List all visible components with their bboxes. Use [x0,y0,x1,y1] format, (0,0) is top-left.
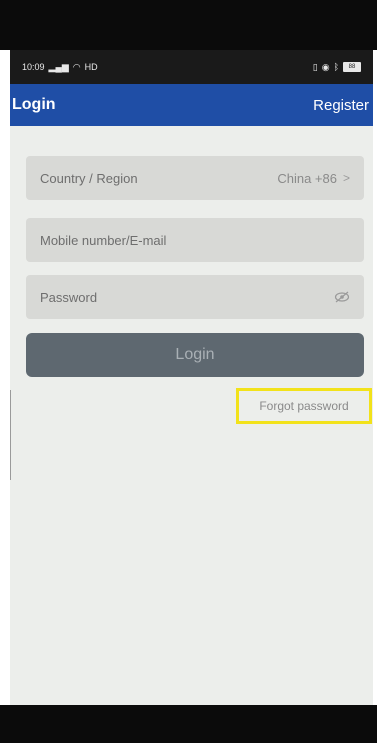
signal-icon: ▂▄▆ [48,61,69,72]
status-time: 10:09 [22,62,45,72]
bottom-letterbox [0,705,377,743]
country-region-selector[interactable]: Country / Region China +86 > [26,156,364,200]
top-letterbox [0,0,377,50]
status-left: 10:09 ▂▄▆ ◠ HD [22,62,98,72]
phone-screen: 10:09 ▂▄▆ ◠ HD ▯ ◉ ᛒ 88 Login Register C… [10,50,373,705]
vibrate-icon: ▯ [312,61,318,72]
side-divider [10,390,11,480]
forgot-password-link[interactable]: Forgot password [259,399,348,413]
eye-off-icon[interactable] [334,291,350,303]
mobile-email-input[interactable] [40,232,350,248]
forgot-password-highlight: Forgot password [236,388,372,424]
status-bar: 10:09 ▂▄▆ ◠ HD ▯ ◉ ᛒ 88 [10,50,373,84]
country-value: China +86 [277,170,337,186]
alarm-icon: ◉ [321,61,330,72]
register-link[interactable]: Register [313,97,369,114]
password-input[interactable] [40,289,334,305]
country-region-label: Country / Region [40,170,138,186]
bluetooth-icon: ᛒ [333,61,339,72]
network-type: HD [84,62,98,72]
country-value-group: China +86 > [277,171,350,186]
chevron-right-icon: > [342,171,350,185]
password-field-container [26,275,364,319]
app-header: Login Register [10,84,373,126]
login-button[interactable]: Login [26,333,364,377]
status-right: ▯ ◉ ᛒ 88 [313,62,361,72]
mobile-email-field-container [26,218,364,262]
wifi-icon: ◠ [72,61,81,72]
battery-icon: 88 [343,62,361,72]
page-title: Login [12,96,56,113]
